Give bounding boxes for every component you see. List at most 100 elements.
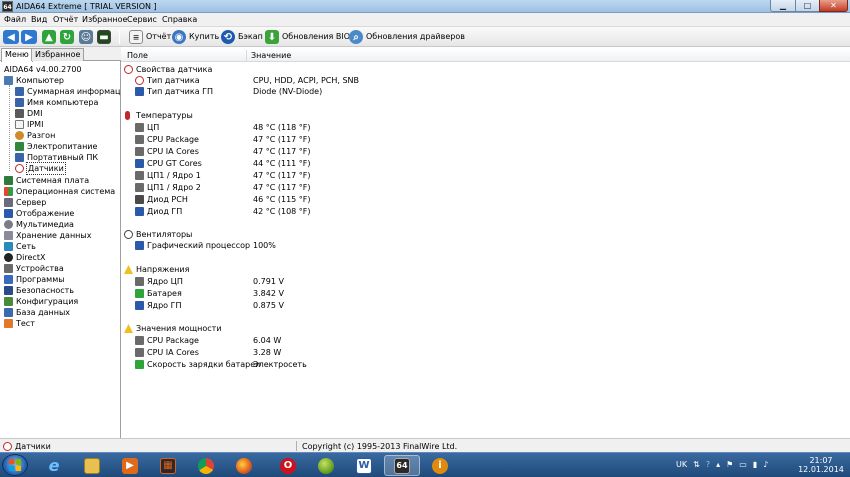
show-hidden-icons-icon[interactable]: ▴: [716, 457, 720, 473]
table-row[interactable]: CPU GT Cores 44 °C (111 °F): [124, 158, 724, 169]
table-row[interactable]: Тип датчика CPU, HDD, ACPI, PCH, SNB: [124, 75, 724, 86]
table-row[interactable]: CPU IA Cores 47 °C (117 °F): [124, 146, 724, 157]
flag-tray-icon[interactable]: ⚑: [726, 457, 733, 473]
buy-button[interactable]: Купить: [189, 31, 219, 42]
tab-favorites[interactable]: Избранное: [31, 48, 85, 61]
menu-file[interactable]: Файл: [4, 14, 26, 26]
menu-help[interactable]: Справка: [162, 14, 197, 26]
computer-name-icon: [15, 98, 24, 107]
tree-item-motherboard[interactable]: Системная плата: [4, 175, 89, 186]
taskbar-word[interactable]: W: [346, 455, 382, 476]
table-row[interactable]: Диод ГП 42 °C (108 °F): [124, 206, 724, 217]
tab-menu[interactable]: Меню: [1, 48, 33, 62]
minimize-button[interactable]: ▁: [770, 0, 796, 12]
tree-item-network[interactable]: Сеть: [4, 241, 36, 252]
tree-item-computer-name[interactable]: Имя компьютера: [15, 97, 98, 108]
menu-favorites[interactable]: Избранное: [82, 14, 127, 26]
tree-item-benchmark[interactable]: Тест: [4, 318, 35, 329]
back-arrow-icon[interactable]: ◀: [3, 30, 19, 44]
power-icon: [15, 142, 24, 151]
taskbar-app-ball[interactable]: [308, 455, 344, 476]
table-row[interactable]: Тип датчика ГП Diode (NV-Diode): [124, 86, 724, 97]
table-row[interactable]: ЦП1 / Ядро 1 47 °C (117 °F): [124, 170, 724, 181]
backup-icon[interactable]: ⟲: [221, 30, 235, 44]
taskbar-explorer[interactable]: [74, 455, 110, 476]
tree-item-directx[interactable]: DirectX: [4, 252, 45, 263]
tree-item-devices[interactable]: Устройства: [4, 263, 64, 274]
taskbar-clock[interactable]: 21:07 12.01.2014: [796, 456, 846, 474]
tree-item-server[interactable]: Сервер: [4, 197, 46, 208]
tree-item-power[interactable]: Электропитание: [15, 141, 97, 152]
section-header: Напряжения: [124, 264, 724, 275]
taskbar-info-app[interactable]: i: [422, 455, 458, 476]
battery-tray-icon[interactable]: ▭: [739, 457, 747, 473]
sensor-gauge-icon: [124, 65, 133, 74]
tree-item-security[interactable]: Безопасность: [4, 285, 74, 296]
backup-button[interactable]: Бэкап: [238, 31, 263, 42]
column-value[interactable]: Значение: [247, 50, 291, 61]
download-arrow-icon[interactable]: ⬇: [265, 30, 279, 44]
title-bar[interactable]: 64 AIDA64 Extreme [ TRIAL VERSION ] ▁ □ …: [0, 0, 850, 13]
help-tray-icon[interactable]: ?: [706, 457, 710, 473]
taskbar-opera[interactable]: O: [270, 455, 306, 476]
network-tray-icon[interactable]: ⇅: [693, 457, 700, 473]
taskbar-chrome[interactable]: [188, 455, 224, 476]
forward-arrow-icon[interactable]: ▶: [21, 30, 37, 44]
language-indicator[interactable]: UK: [676, 457, 687, 473]
table-row[interactable]: CPU IA Cores 3.28 W: [124, 347, 724, 358]
globe-cart-icon[interactable]: ◉: [172, 30, 186, 44]
table-row[interactable]: Скорость зарядки батареи Электросеть: [124, 359, 724, 370]
up-arrow-icon[interactable]: ▲: [42, 30, 56, 44]
report-button[interactable]: Отчёт: [146, 31, 171, 42]
taskbar-media-player[interactable]: ▶: [112, 455, 148, 476]
chip-icon: [135, 195, 144, 204]
tree-item-os[interactable]: Операционная система: [4, 186, 115, 197]
maximize-button[interactable]: □: [795, 0, 820, 12]
taskbar-firefox[interactable]: [226, 455, 262, 476]
tree-item-ipmi[interactable]: IPMI: [15, 119, 43, 130]
table-row[interactable]: Ядро ГП 0.875 V: [124, 300, 724, 311]
table-row[interactable]: Ядро ЦП 0.791 V: [124, 276, 724, 287]
section-header: Вентиляторы: [124, 229, 724, 240]
section-header: Температуры: [124, 110, 724, 121]
table-row[interactable]: CPU Package 6.04 W: [124, 335, 724, 346]
menu-view[interactable]: Вид: [31, 14, 47, 26]
report-icon[interactable]: ≡: [129, 30, 143, 44]
column-field[interactable]: Поле: [123, 50, 148, 61]
signal-tray-icon[interactable]: ▮: [753, 457, 757, 473]
table-row[interactable]: ЦП 48 °C (118 °F): [124, 122, 724, 133]
tree-item-overclock[interactable]: Разгон: [15, 130, 55, 141]
search-globe-icon[interactable]: ⌕: [349, 30, 363, 44]
tree-item-portable[interactable]: Портативный ПК: [15, 152, 98, 163]
user-computer-icon[interactable]: ☺: [79, 30, 93, 44]
tree-item-programs[interactable]: Программы: [4, 274, 65, 285]
table-row[interactable]: CPU Package 47 °C (117 °F): [124, 134, 724, 145]
bios-update-button[interactable]: Обновления BIOS: [282, 31, 355, 42]
speaker-icon: [4, 220, 13, 229]
table-row[interactable]: Графический процессор 100%: [124, 240, 724, 251]
table-row[interactable]: Батарея 3.842 V: [124, 288, 724, 299]
tree-item-sensors[interactable]: Датчики: [15, 162, 66, 175]
volume-tray-icon[interactable]: ♪: [763, 457, 768, 473]
sensor-gauge-icon: [3, 442, 12, 451]
tree-item-database[interactable]: База данных: [4, 307, 70, 318]
tree-item-multimedia[interactable]: Мультимедиа: [4, 219, 74, 230]
taskbar-aida64[interactable]: 64: [384, 455, 420, 476]
table-row[interactable]: Диод PCH 46 °C (115 °F): [124, 194, 724, 205]
tree-item-summary[interactable]: Суммарная информация: [15, 86, 131, 97]
tree-item-storage[interactable]: Хранение данных: [4, 230, 91, 241]
menu-report[interactable]: Отчёт: [53, 14, 78, 26]
tree-item-computer[interactable]: Компьютер: [4, 75, 64, 86]
driver-update-button[interactable]: Обновления драйверов: [366, 31, 465, 42]
tree-item-config[interactable]: Конфигурация: [4, 296, 78, 307]
start-button[interactable]: [2, 454, 28, 476]
menu-tools[interactable]: Сервис: [127, 14, 157, 26]
tree-item-display[interactable]: Отображение: [4, 208, 74, 219]
monitor-chart-icon[interactable]: ▬: [97, 30, 111, 44]
taskbar-internet-explorer[interactable]: e: [36, 455, 72, 476]
close-button[interactable]: ✕: [819, 0, 848, 12]
table-row[interactable]: ЦП1 / Ядро 2 47 °C (117 °F): [124, 182, 724, 193]
taskbar-far-manager[interactable]: ▦: [150, 455, 186, 476]
refresh-icon[interactable]: ↻: [60, 30, 74, 44]
tree-item-dmi[interactable]: DMI: [15, 108, 42, 119]
